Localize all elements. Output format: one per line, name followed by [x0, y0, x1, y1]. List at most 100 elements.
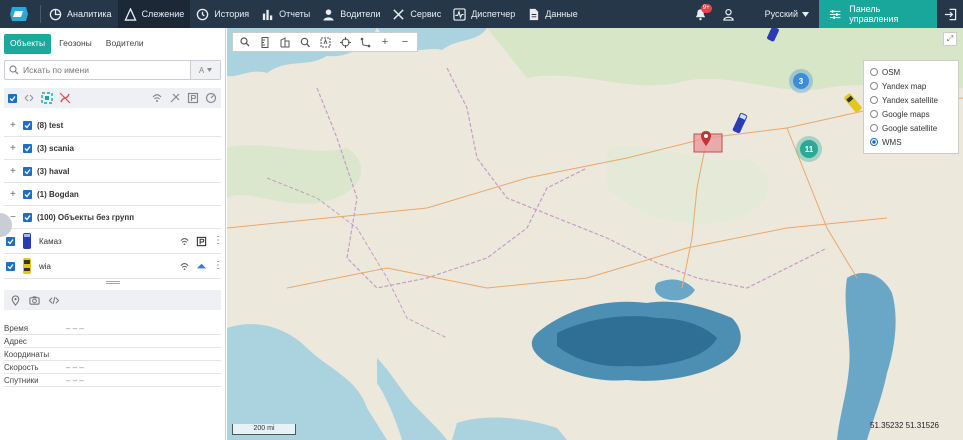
language-select[interactable]: Русский [743, 9, 819, 19]
layer-option-yandex-satellite[interactable]: Yandex satellite [870, 93, 952, 107]
building-icon[interactable] [276, 34, 294, 50]
control-panel-button[interactable]: Панель управления [819, 0, 937, 28]
tab-drivers[interactable]: Водители [100, 34, 150, 54]
group-row[interactable]: + (1) Bogdan [4, 183, 221, 206]
more-options-icon[interactable]: ⋮ [213, 236, 223, 246]
layer-option-google-satellite[interactable]: Google satellite [870, 121, 952, 135]
group-row[interactable]: − (100) Объекты без групп [4, 206, 221, 229]
group-row[interactable]: + (3) haval [4, 160, 221, 183]
info-key: Координаты [4, 349, 50, 359]
layer-option-yandex-map[interactable]: Yandex map [870, 79, 952, 93]
nav-dispatcher[interactable]: Диспетчер [447, 0, 521, 28]
info-row: Спутники – – – [4, 374, 221, 387]
reports-icon [263, 9, 273, 20]
area-select-icon[interactable] [316, 34, 334, 50]
fullscreen-button[interactable]: ⤢ [943, 32, 957, 46]
arrows-icon[interactable] [23, 92, 35, 104]
sidebar: Объекты Геозоны Водители A + (8) test + … [0, 28, 226, 440]
radio-button[interactable] [870, 138, 878, 146]
group-checkbox[interactable] [23, 143, 32, 153]
radio-button[interactable] [870, 96, 878, 104]
object-row[interactable]: wia ⋮ [4, 254, 223, 279]
nav-label: Диспетчер [471, 9, 516, 19]
expand-icon[interactable]: + [10, 189, 18, 200]
signal-icon[interactable] [151, 92, 163, 104]
info-row: Координаты [4, 348, 221, 361]
object-row[interactable]: Камаз ⋮ [4, 229, 223, 254]
sort-label: A [198, 65, 205, 75]
parking-icon[interactable] [187, 92, 199, 104]
layer-label: Yandex map [882, 81, 927, 91]
route-icon[interactable] [356, 34, 374, 50]
layer-label: Google maps [882, 109, 930, 119]
crosshair-icon[interactable] [336, 34, 354, 50]
cluster-marker[interactable]: 11 [796, 136, 822, 162]
radio-button[interactable] [870, 68, 878, 76]
logout-icon [944, 8, 956, 20]
zoom-in-button[interactable]: + [376, 34, 394, 50]
layer-label: WMS [882, 137, 902, 147]
app-logo[interactable] [6, 4, 32, 24]
radio-button[interactable] [870, 124, 878, 132]
geozone-tool-icon[interactable] [296, 34, 314, 50]
nav-label: История [214, 9, 250, 19]
sort-button[interactable]: A [190, 61, 220, 79]
nav-label: Слежение [141, 9, 185, 19]
expand-icon[interactable]: + [10, 143, 18, 154]
tab-geozones[interactable]: Геозоны [53, 34, 98, 54]
expand-icon[interactable]: + [10, 166, 18, 177]
location-pin-icon[interactable] [10, 294, 21, 306]
speed-icon[interactable] [205, 92, 217, 104]
search-input[interactable] [23, 65, 190, 75]
dispatcher-icon [453, 7, 466, 21]
sidebar-tabs: Объекты Геозоны Водители [0, 28, 225, 54]
group-checkbox[interactable] [23, 120, 32, 130]
radio-button[interactable] [870, 82, 878, 90]
nav-label: Отчеты [279, 9, 311, 19]
layer-option-google-maps[interactable]: Google maps [870, 107, 952, 121]
logout-button[interactable] [937, 0, 963, 28]
nav-service[interactable]: Сервис [386, 0, 447, 28]
group-row[interactable]: + (8) test [4, 114, 221, 137]
group-checkbox[interactable] [23, 189, 32, 199]
select-all-checkbox[interactable] [8, 93, 17, 103]
center-map-icon[interactable] [41, 92, 53, 104]
ruler-icon[interactable] [256, 34, 274, 50]
user-profile-button[interactable] [715, 0, 743, 28]
layer-label: Yandex satellite [882, 95, 938, 105]
hide-tracks-icon[interactable] [59, 92, 71, 104]
radio-button[interactable] [870, 110, 878, 118]
layer-option-osm[interactable]: OSM [870, 65, 952, 79]
map-view[interactable]: 3 11 + − ⤢ OSM Yandex map Yandex satelli… [227, 28, 963, 440]
layer-option-wms[interactable]: WMS [870, 135, 952, 149]
nav-history[interactable]: История [190, 0, 255, 28]
cluster-marker[interactable]: 3 [789, 69, 813, 93]
group-checkbox[interactable] [23, 166, 32, 176]
object-checkbox[interactable] [6, 236, 15, 246]
expand-icon[interactable]: + [10, 120, 18, 131]
data-icon [530, 8, 539, 20]
group-row[interactable]: + (3) scania [4, 137, 221, 160]
tab-objects[interactable]: Объекты [4, 34, 52, 54]
nav-data[interactable]: Данные [521, 0, 584, 28]
notification-badge: 9+ [700, 4, 712, 13]
info-value: – – – [66, 362, 84, 372]
code-icon[interactable] [48, 295, 60, 306]
zoom-out-button[interactable]: − [396, 34, 414, 50]
signal-icon [180, 237, 189, 245]
satellite-icon[interactable] [169, 92, 181, 104]
more-options-icon[interactable]: ⋮ [213, 261, 223, 271]
notifications-button[interactable]: 9+ [687, 0, 715, 28]
camera-icon[interactable] [29, 295, 40, 306]
group-checkbox[interactable] [23, 212, 32, 222]
panel-resize-handle[interactable] [105, 281, 120, 284]
geozone-marker[interactable] [692, 130, 726, 154]
nav-reports[interactable]: Отчеты [255, 0, 316, 28]
nav-analytics[interactable]: Аналитика [43, 0, 118, 28]
search-icon[interactable] [236, 34, 254, 50]
object-checkbox[interactable] [6, 261, 15, 271]
group-label: (3) scania [37, 143, 74, 153]
nav-drivers[interactable]: Водители [316, 0, 386, 28]
nav-tracking[interactable]: Слежение [117, 0, 191, 28]
sliders-icon [829, 9, 841, 19]
